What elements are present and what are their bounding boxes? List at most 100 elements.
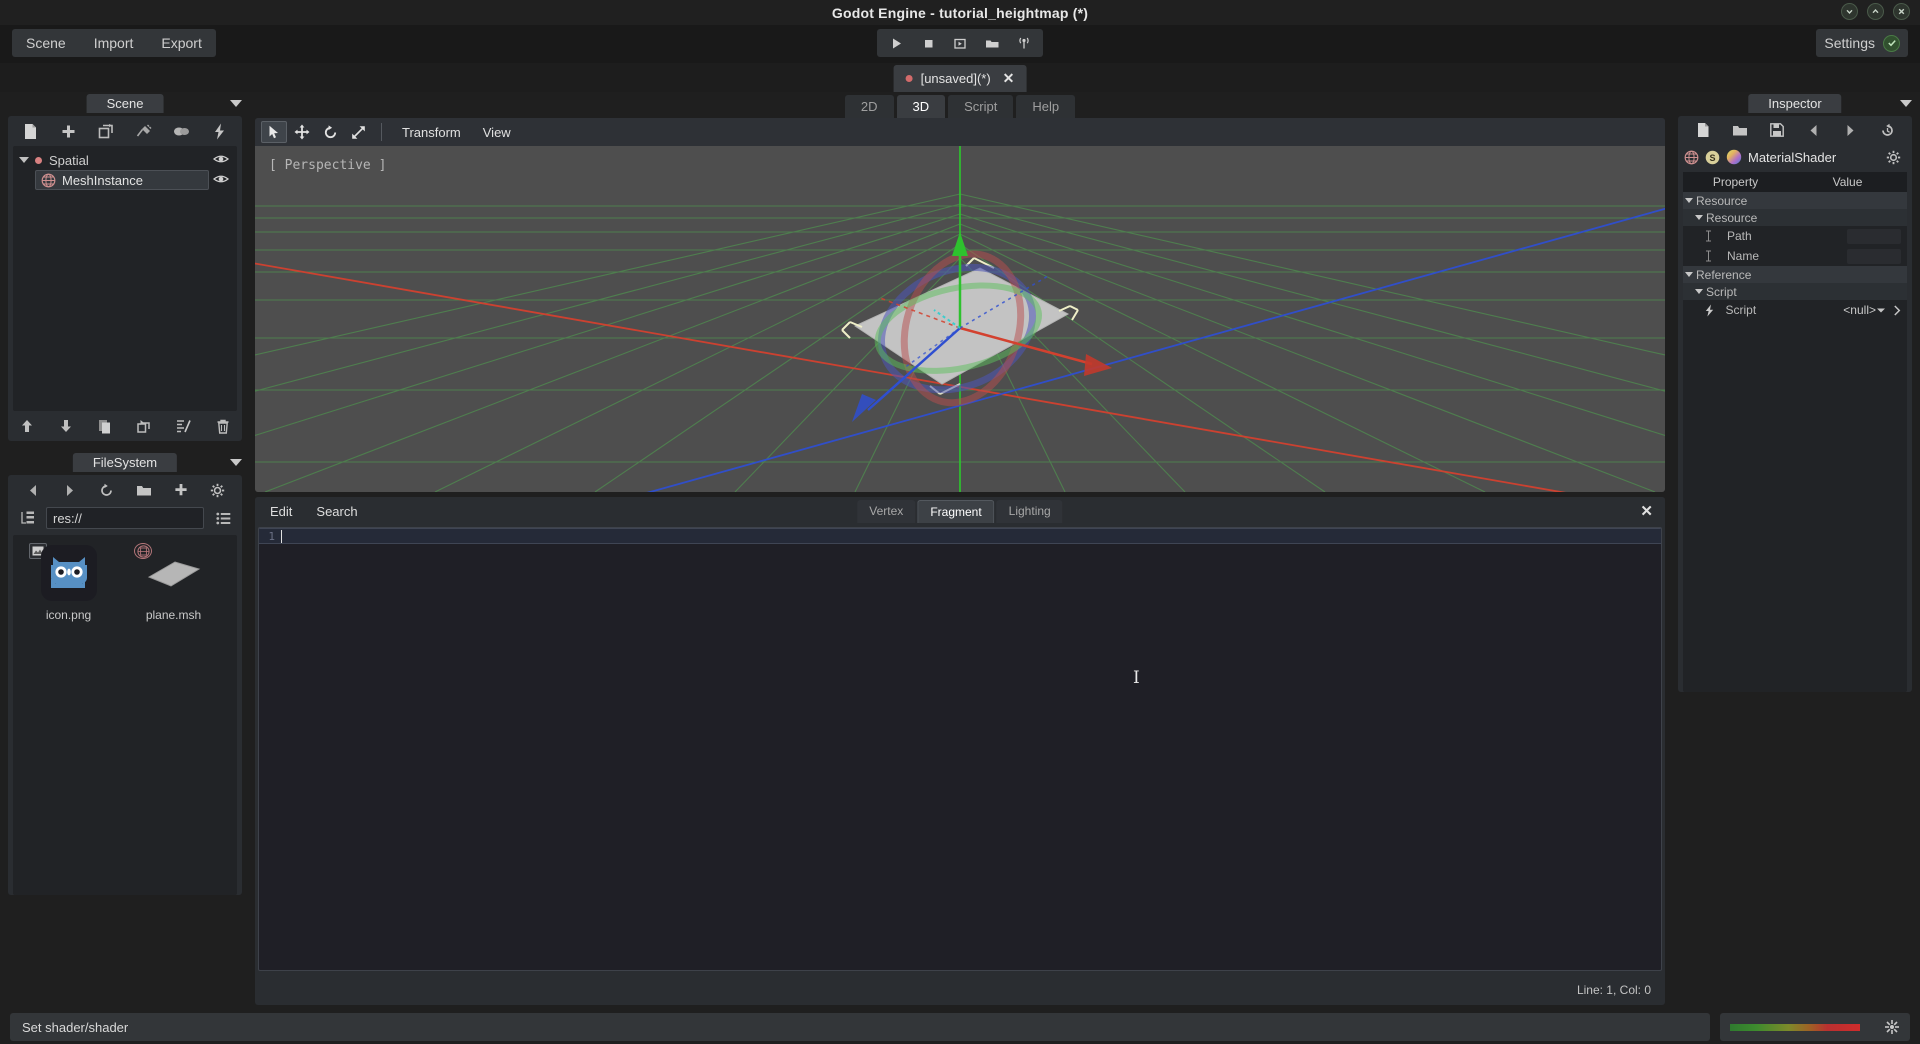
list-view-icon[interactable]: [210, 506, 236, 530]
menu-export[interactable]: Export: [147, 29, 215, 57]
edit-script-button[interactable]: [171, 414, 197, 438]
close-icon[interactable]: ✕: [1003, 70, 1015, 87]
connect-signal-button[interactable]: [131, 119, 157, 143]
history-icon[interactable]: [1875, 118, 1901, 142]
chevron-down-icon[interactable]: [1900, 100, 1912, 107]
back-button[interactable]: [20, 478, 46, 502]
inspector-property-row[interactable]: Name: [1683, 246, 1907, 266]
remote-debug-button[interactable]: [1009, 30, 1039, 56]
new-resource-button[interactable]: [1690, 118, 1716, 142]
shader-menu-edit[interactable]: Edit: [261, 502, 301, 521]
tab-help[interactable]: Help: [1016, 95, 1076, 118]
move-up-button[interactable]: [14, 414, 40, 438]
shader-editor-header: Edit Search Vertex Fragment Lighting ✕: [255, 497, 1665, 525]
column-header-property: Property: [1712, 175, 1759, 189]
history-back-button[interactable]: [1801, 118, 1827, 142]
add-button[interactable]: [168, 478, 194, 502]
instance-scene-button[interactable]: [93, 119, 119, 143]
eye-icon[interactable]: [213, 153, 229, 165]
new-folder-button[interactable]: [131, 478, 157, 502]
inspector-category-row[interactable]: Resource: [1683, 192, 1907, 209]
scale-mode-button[interactable]: [345, 121, 371, 143]
refresh-button[interactable]: [94, 478, 120, 502]
close-icon[interactable]: ✕: [1640, 502, 1653, 520]
viewport-menu-transform[interactable]: Transform: [392, 123, 471, 142]
filesystem-path-input[interactable]: res://: [46, 507, 204, 529]
scene-dock-tab[interactable]: Scene: [86, 94, 164, 113]
tab-3d[interactable]: 3D: [896, 95, 946, 118]
group-button[interactable]: [168, 119, 194, 143]
chevron-down-icon[interactable]: [19, 157, 29, 163]
inspector-value-field[interactable]: [1847, 248, 1901, 264]
tree-row[interactable]: MeshInstance: [13, 170, 237, 190]
chevron-down-icon[interactable]: [1695, 289, 1703, 294]
new-scene-button[interactable]: [18, 119, 44, 143]
shader-menu-search[interactable]: Search: [307, 502, 366, 521]
shader-tab-fragment[interactable]: Fragment: [917, 500, 995, 523]
delete-button[interactable]: [210, 414, 236, 438]
script-button[interactable]: [206, 119, 232, 143]
shader-code-editor[interactable]: 1 I: [258, 527, 1662, 971]
status-message-box: Set shader/shader: [10, 1013, 1710, 1041]
chevron-down-icon[interactable]: [1695, 215, 1703, 220]
save-resource-button[interactable]: [1764, 118, 1790, 142]
settings-group[interactable]: Settings: [1816, 29, 1908, 57]
inspector-property-table[interactable]: Property Value Resource Resource Path Na…: [1683, 172, 1907, 692]
shader-tab-lighting[interactable]: Lighting: [996, 500, 1063, 523]
history-forward-button[interactable]: [1838, 118, 1864, 142]
chevron-right-icon[interactable]: [1893, 304, 1901, 316]
reparent-button[interactable]: [132, 414, 158, 438]
menu-import[interactable]: Import: [80, 29, 148, 57]
tab-2d[interactable]: 2D: [844, 95, 894, 118]
inspector-category-row[interactable]: Reference: [1683, 266, 1907, 283]
chevron-down-icon[interactable]: [1685, 272, 1693, 277]
shader-tab-vertex[interactable]: Vertex: [857, 500, 916, 523]
maximize-button[interactable]: [1867, 3, 1884, 20]
viewport-3d[interactable]: [ Perspective ]: [255, 146, 1665, 492]
minimize-button[interactable]: [1841, 3, 1858, 20]
gear-icon[interactable]: [205, 478, 231, 502]
chevron-down-icon[interactable]: [1876, 307, 1886, 314]
inspector-property-row[interactable]: Script <null>: [1683, 300, 1907, 320]
main-menu-group: Scene Import Export: [12, 29, 216, 57]
menu-scene[interactable]: Scene: [12, 29, 80, 57]
select-mode-button[interactable]: [261, 121, 287, 143]
forward-button[interactable]: [57, 478, 83, 502]
filesystem-dock-tab[interactable]: FileSystem: [72, 453, 178, 472]
stop-button[interactable]: [913, 30, 943, 56]
inspector-value-field[interactable]: [1847, 228, 1901, 244]
tab-script[interactable]: Script: [948, 95, 1014, 118]
play-custom-scene-button[interactable]: [977, 30, 1007, 56]
inspector-dock-tab[interactable]: Inspector: [1748, 94, 1842, 113]
scene-tree[interactable]: Spatial MeshInstance: [13, 146, 237, 411]
add-node-button[interactable]: [55, 119, 81, 143]
list-item[interactable]: plane.msh: [126, 543, 221, 622]
eye-icon[interactable]: [213, 173, 229, 185]
tree-view-icon[interactable]: [14, 506, 40, 530]
inspector-script-value[interactable]: <null>: [1837, 303, 1876, 317]
duplicate-button[interactable]: [92, 414, 118, 438]
chevron-down-icon[interactable]: [230, 459, 242, 466]
viewport-menu-view[interactable]: View: [473, 123, 521, 142]
open-resource-button[interactable]: [1727, 118, 1753, 142]
close-button[interactable]: [1893, 3, 1910, 20]
move-mode-button[interactable]: [289, 121, 315, 143]
scene-tab-unsaved[interactable]: [unsaved](*) ✕: [893, 65, 1027, 92]
tree-row[interactable]: Spatial: [13, 150, 237, 170]
light-bulb-icon[interactable]: [1884, 1019, 1900, 1035]
list-item[interactable]: icon.png: [21, 543, 116, 622]
scene-dock-bottom-toolbar: [8, 411, 242, 441]
chevron-down-icon[interactable]: [1685, 198, 1693, 203]
filesystem-file-list[interactable]: icon.png plane.msh: [13, 535, 237, 895]
gear-icon[interactable]: [1880, 145, 1906, 169]
rotate-mode-button[interactable]: [317, 121, 343, 143]
inspector-property-row[interactable]: Path: [1683, 226, 1907, 246]
play-button[interactable]: [881, 30, 911, 56]
inspector-section-row[interactable]: Resource: [1683, 209, 1907, 226]
memory-usage-bar: [1730, 1023, 1860, 1031]
code-line[interactable]: 1: [259, 528, 1661, 544]
chevron-down-icon[interactable]: [230, 100, 242, 107]
move-down-button[interactable]: [53, 414, 79, 438]
inspector-section-row[interactable]: Script: [1683, 283, 1907, 300]
play-scene-button[interactable]: [945, 30, 975, 56]
